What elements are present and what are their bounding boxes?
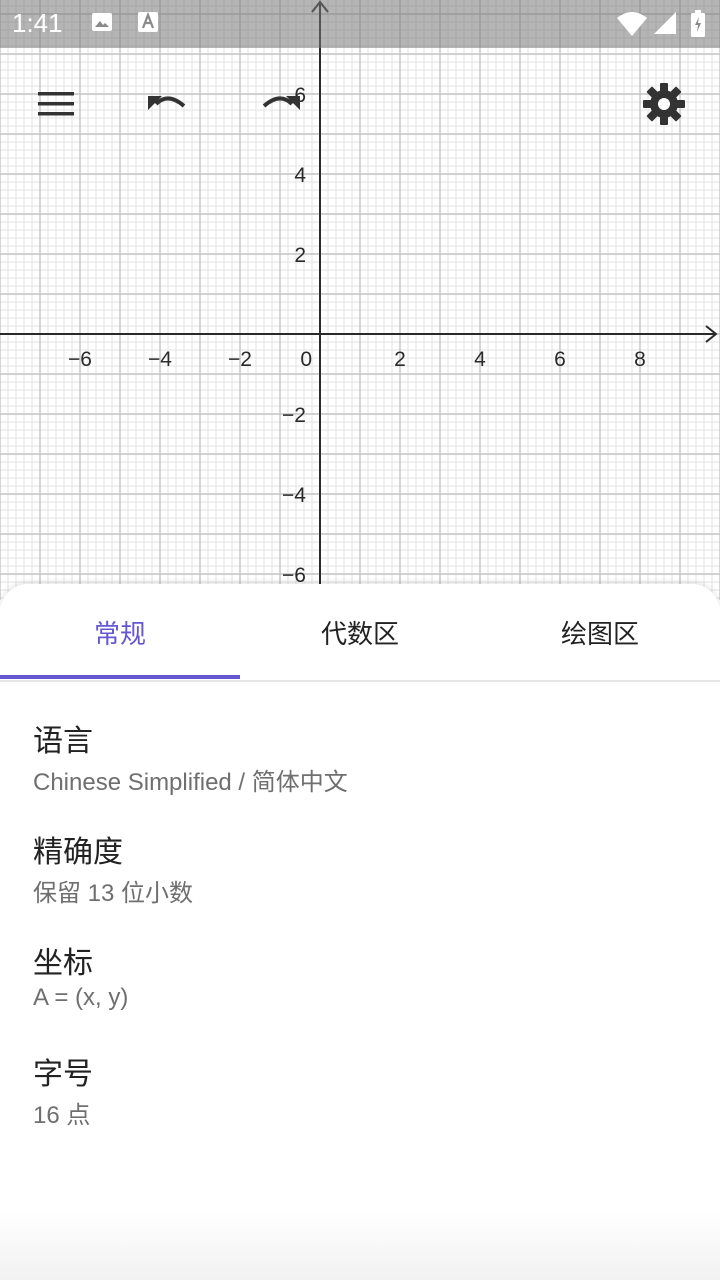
setting-font-size[interactable]: 字号 16 点 xyxy=(0,1049,720,1149)
bottom-fade xyxy=(0,1210,720,1280)
menu-icon[interactable] xyxy=(36,88,76,124)
tab-graphics[interactable]: 绘图区 xyxy=(480,584,720,680)
battery-icon xyxy=(690,10,706,42)
signal-icon xyxy=(652,10,678,40)
setting-font-size-value: 16 点 xyxy=(33,1102,91,1129)
setting-language-title: 语言 xyxy=(33,724,93,759)
image-icon xyxy=(90,10,114,38)
tab-general[interactable]: 常规 xyxy=(0,584,240,680)
y-tick-label: −2 xyxy=(282,404,306,427)
graph-grid: −6 −4 −2 0 2 4 6 8642−2−4−6 xyxy=(0,0,720,600)
setting-coordinates[interactable]: 坐标 A = (x, y) xyxy=(0,938,720,1038)
y-tick-label: 4 xyxy=(294,164,306,187)
y-tick-label: 2 xyxy=(294,244,306,267)
setting-coordinates-value: A = (x, y) xyxy=(33,984,129,1011)
tab-indicator xyxy=(0,675,240,679)
setting-rounding[interactable]: 精确度 保留 13 位小数 xyxy=(0,827,720,927)
undo-icon[interactable] xyxy=(144,86,192,126)
setting-rounding-title: 精确度 xyxy=(33,835,123,870)
x-tick-label: −6 xyxy=(68,348,92,371)
origin-label: 0 xyxy=(300,348,312,371)
setting-language[interactable]: 语言 Chinese Simplified / 简体中文 xyxy=(0,716,720,816)
settings-icon[interactable] xyxy=(642,82,686,130)
redo-icon[interactable] xyxy=(256,86,304,126)
status-time: 1:41 xyxy=(12,8,63,38)
setting-rounding-value: 保留 13 位小数 xyxy=(33,880,194,907)
x-tick-label: 4 xyxy=(474,348,486,371)
status-bar: 1:41 xyxy=(0,0,720,48)
tab-algebra[interactable]: 代数区 xyxy=(240,584,480,680)
y-tick-label: −4 xyxy=(282,484,306,507)
wifi-icon xyxy=(616,10,648,42)
setting-coordinates-title: 坐标 xyxy=(33,946,93,981)
setting-language-value: Chinese Simplified / 简体中文 xyxy=(33,769,348,796)
text-a-icon xyxy=(136,10,160,38)
graphing-canvas[interactable]: −6 −4 −2 0 2 4 6 8 6 4 2 −2 −4 −6 xyxy=(0,0,720,600)
settings-tabs: 常规 代数区 绘图区 xyxy=(0,584,720,682)
x-tick-label: −4 xyxy=(148,348,172,371)
settings-sheet: 常规 代数区 绘图区 语言 Chinese Simplified / 简体中文 … xyxy=(0,584,720,1280)
x-tick-label: 6 xyxy=(554,348,566,371)
x-tick-label: 2 xyxy=(394,348,406,371)
x-tick-label: −2 xyxy=(228,348,252,371)
x-tick-label: 8 xyxy=(634,348,646,371)
setting-font-size-title: 字号 xyxy=(33,1057,93,1092)
